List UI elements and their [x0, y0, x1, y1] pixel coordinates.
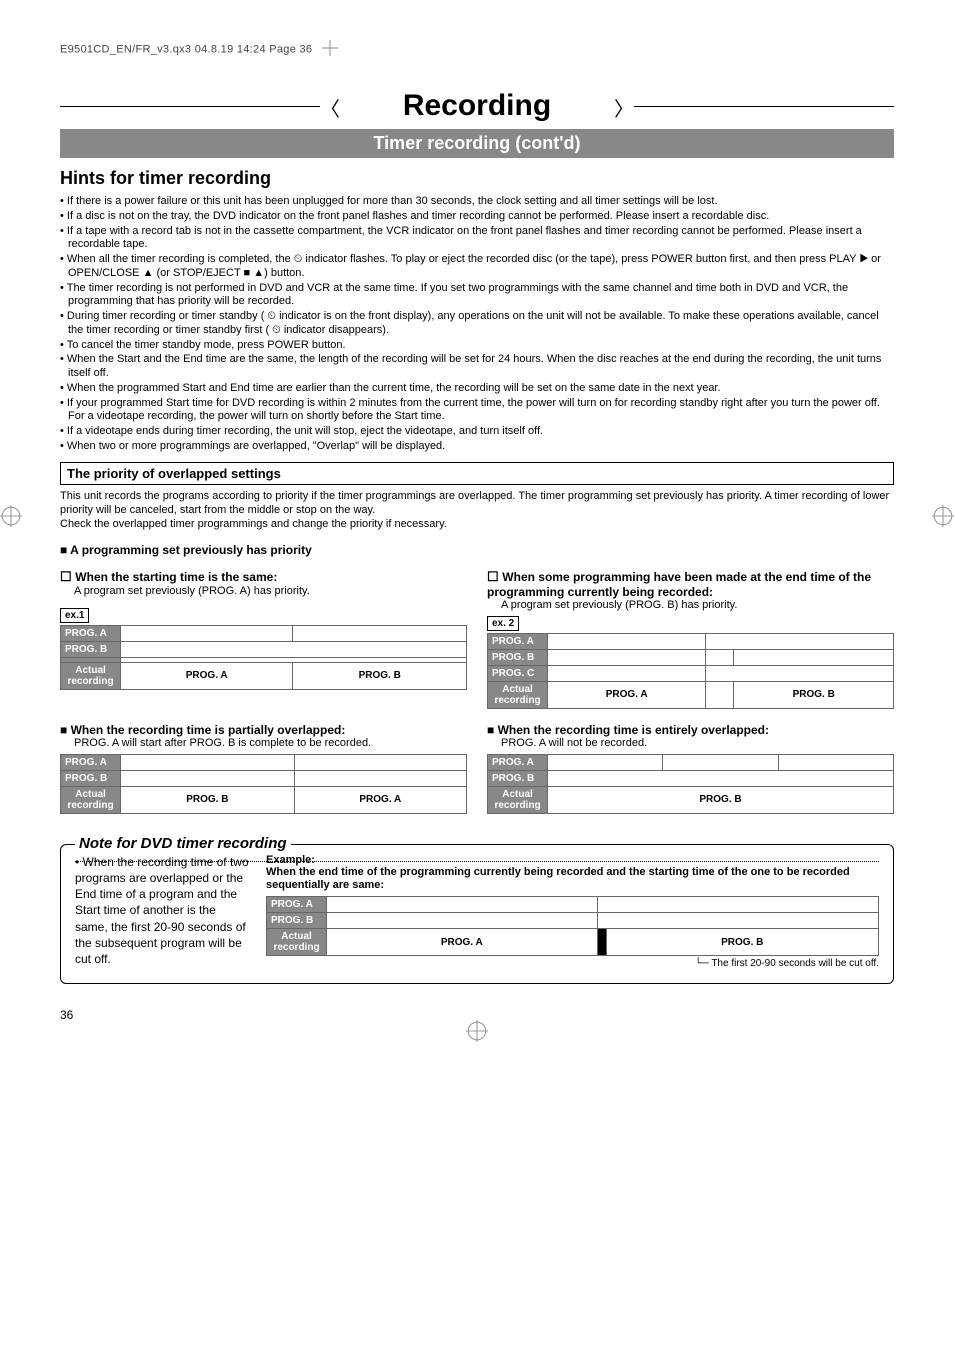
example-desc: When the end time of the programming cur… [266, 866, 879, 892]
priority-text: This unit records the programs according… [60, 489, 894, 532]
actual-b: PROG. B [548, 786, 894, 813]
hint-item: The timer recording is not performed in … [60, 282, 894, 310]
case4-desc: PROG. A will not be recorded. [501, 737, 894, 750]
example-label: Example: [266, 854, 879, 866]
case1-title: When the starting time is the same: [60, 569, 467, 585]
row-prog-b: PROG. B [488, 649, 548, 665]
case-same-start: When the starting time is the same: A pr… [60, 561, 467, 708]
actual-b: PROG. B [121, 786, 295, 813]
note-title: Note for DVD timer recording [75, 835, 291, 852]
title-row: 〈 Recording 〉 [60, 89, 894, 123]
section-subtitle: Timer recording (cont'd) [60, 129, 894, 158]
example-tag-1: ex.1 [60, 608, 89, 623]
hint-item: If there is a power failure or this unit… [60, 195, 894, 209]
example-tag-2: ex. 2 [487, 616, 519, 631]
schedule-table-ex1: PROG. A PROG. B Actual recording PROG. A… [60, 625, 467, 690]
chevron-left-icon: 〈 [320, 93, 340, 122]
hint-item: If your programmed Start time for DVD re… [60, 397, 894, 425]
row-actual: Actual recording [61, 662, 121, 689]
case-entire-overlap: When the recording time is entirely over… [487, 723, 894, 814]
hints-heading: Hints for timer recording [60, 168, 894, 189]
row-prog-b: PROG. B [267, 913, 327, 929]
row-prog-b: PROG. B [61, 641, 121, 657]
case3-title: When the recording time is partially ove… [60, 723, 467, 737]
row-prog-a: PROG. A [61, 754, 121, 770]
hint-item: If a tape with a record tab is not in th… [60, 225, 894, 253]
schedule-table-partial: PROG. A PROG. B Actual recording PROG. B… [60, 754, 467, 814]
row-actual: Actual recording [488, 681, 548, 708]
hint-item: When two or more programmings are overla… [60, 440, 894, 454]
hint-item: During timer recording or timer standby … [60, 310, 894, 338]
hint-item: To cancel the timer standby mode, press … [60, 339, 894, 353]
section-priority-rule: A programming set previously has priorit… [60, 543, 894, 557]
hint-item: If a videotape ends during timer recordi… [60, 425, 894, 439]
actual-b: PROG. B [606, 929, 879, 956]
page-title: Recording [403, 89, 551, 123]
registration-mark-right [932, 505, 954, 527]
cutoff-note: └─ The first 20-90 seconds will be cut o… [266, 958, 879, 969]
actual-a: PROG. A [327, 929, 598, 956]
crop-mark-icon [322, 40, 338, 59]
hint-item: When the programmed Start and End time a… [60, 382, 894, 396]
hint-item: If a disc is not on the tray, the DVD in… [60, 210, 894, 224]
row-actual: Actual recording [267, 929, 327, 956]
row-prog-a: PROG. A [488, 633, 548, 649]
actual-a: PROG. A [548, 681, 706, 708]
case3-desc: PROG. A will start after PROG. B is comp… [74, 737, 467, 750]
case-end-time: When some programming have been made at … [487, 561, 894, 708]
case4-title: When the recording time is entirely over… [487, 723, 894, 737]
schedule-table-note: PROG. A PROG. B Actual recording PROG. A… [266, 896, 879, 956]
note-left-text: • When the recording time of two program… [75, 854, 250, 969]
row-prog-b: PROG. B [488, 770, 548, 786]
note-box: Note for DVD timer recording • When the … [60, 844, 894, 984]
schedule-table-ex2: PROG. A PROG. B PROG. C Actual recording… [487, 633, 894, 709]
case2-desc: A program set previously (PROG. B) has p… [501, 599, 894, 612]
registration-mark-left [0, 505, 22, 527]
case2-title: When some programming have been made at … [487, 569, 894, 599]
hints-list: If there is a power failure or this unit… [60, 195, 894, 454]
chevron-right-icon: 〉 [614, 93, 634, 122]
schedule-table-entire: PROG. A PROG. B Actual recording PROG. B [487, 754, 894, 814]
print-job-header: E9501CD_EN/FR_v3.qx3 04.8.19 14:24 Page … [60, 40, 894, 59]
case-partial-overlap: When the recording time is partially ove… [60, 723, 467, 814]
actual-b: PROG. B [734, 681, 894, 708]
row-prog-b: PROG. B [61, 770, 121, 786]
row-prog-a: PROG. A [61, 625, 121, 641]
row-prog-c: PROG. C [488, 665, 548, 681]
row-prog-a: PROG. A [267, 897, 327, 913]
row-actual: Actual recording [61, 786, 121, 813]
actual-a: PROG. A [121, 662, 293, 689]
registration-mark-bottom [466, 1020, 488, 1042]
priority-heading: The priority of overlapped settings [60, 462, 894, 485]
case1-desc: A program set previously (PROG. A) has p… [74, 585, 467, 598]
actual-b: PROG. B [293, 662, 467, 689]
row-prog-a: PROG. A [488, 754, 548, 770]
actual-a: PROG. A [294, 786, 466, 813]
print-header-text: E9501CD_EN/FR_v3.qx3 04.8.19 14:24 Page … [60, 43, 312, 55]
hint-item: When all the timer recording is complete… [60, 253, 894, 281]
row-actual: Actual recording [488, 786, 548, 813]
hint-item: When the Start and the End time are the … [60, 353, 894, 381]
